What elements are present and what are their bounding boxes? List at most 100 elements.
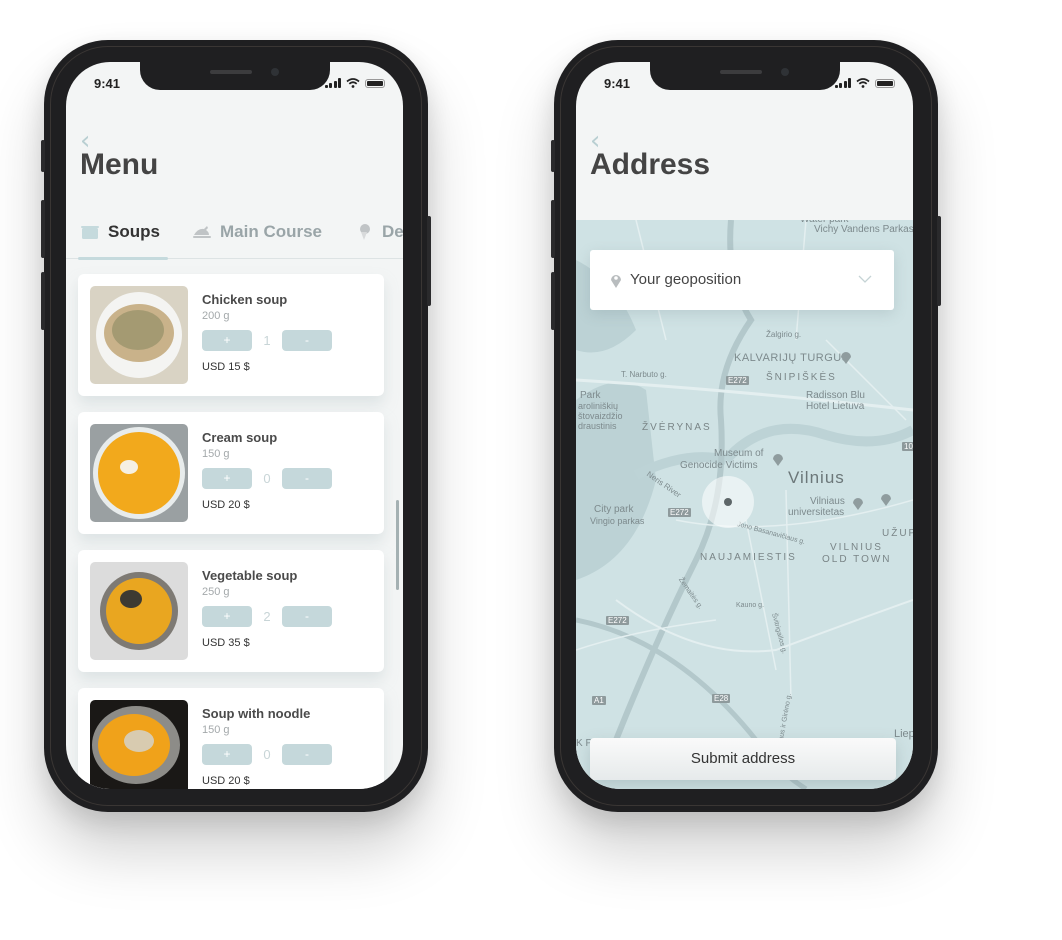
dish-image xyxy=(90,424,188,522)
status-bar: 9:41 xyxy=(576,62,913,102)
map-label: universitetas xyxy=(788,507,845,518)
map-label: Park xyxy=(580,390,601,401)
quantity-value: 0 xyxy=(263,747,271,762)
map-label: Radisson Blu xyxy=(806,390,865,401)
tab-label: Des xyxy=(382,222,403,241)
dish-price: USD 15 $ xyxy=(202,361,250,373)
increment-button[interactable]: + xyxy=(202,744,252,765)
volume-down-button xyxy=(41,272,45,330)
increment-button[interactable]: + xyxy=(202,330,252,351)
map-label: VILNIUS xyxy=(830,542,883,553)
menu-screen: 9:41 ‹ Menu Soups Main Course Des xyxy=(66,62,403,789)
map-label: NAUJAMIESTIS xyxy=(700,552,797,563)
map-label: KALVARIJŲ TURGUS xyxy=(734,352,850,364)
map-label: Genocide Victims xyxy=(680,460,758,471)
map-label: OLD TOWN xyxy=(822,554,892,565)
road-shield: A1 xyxy=(592,696,606,705)
dish-name: Soup with noodle xyxy=(202,706,311,721)
dish-name: Vegetable soup xyxy=(202,568,298,583)
map-label: Žalgirio g. xyxy=(766,330,802,339)
wifi-icon xyxy=(856,78,870,88)
volume-up-button xyxy=(551,200,555,258)
dish-image xyxy=(90,562,188,660)
status-bar: 9:41 xyxy=(66,62,403,102)
volume-up-button xyxy=(41,200,45,258)
museum-marker-icon xyxy=(773,454,783,466)
dish-weight: 200 g xyxy=(202,310,230,322)
phone-address: 9:41 ‹ Address Water park xyxy=(551,40,941,812)
scrollbar[interactable] xyxy=(396,500,399,590)
dish-card: Chicken soup 200 g + 1 - USD 15 $ xyxy=(78,274,384,396)
geoposition-dropdown[interactable]: Your geoposition xyxy=(590,250,894,310)
roast-icon xyxy=(193,226,211,238)
map-label: draustinis xyxy=(578,421,617,431)
signal-icon xyxy=(834,78,851,88)
current-location-marker xyxy=(702,476,754,528)
pot-icon xyxy=(81,226,99,239)
address-screen: 9:41 ‹ Address Water park xyxy=(576,62,913,789)
increment-button[interactable]: + xyxy=(202,606,252,627)
wifi-icon xyxy=(346,78,360,88)
decrement-button[interactable]: - xyxy=(282,744,332,765)
dish-weight: 150 g xyxy=(202,724,230,736)
submit-address-button[interactable]: Submit address xyxy=(590,738,896,780)
map-label: Vingio parkas xyxy=(590,516,645,526)
chevron-down-icon xyxy=(858,275,872,283)
dish-card: Cream soup 150 g + 0 - USD 20 $ xyxy=(78,412,384,534)
decrement-button[interactable]: - xyxy=(282,606,332,627)
battery-icon xyxy=(365,78,385,88)
map-label: Vichy Vandens Parkas xyxy=(814,224,913,235)
tab-main-course[interactable]: Main Course xyxy=(192,222,322,242)
status-time: 9:41 xyxy=(94,76,121,91)
map-label: UŽUPI xyxy=(882,528,913,539)
map-label: Kauno g. xyxy=(736,602,765,609)
mute-switch xyxy=(551,140,555,172)
poi-marker-icon xyxy=(881,494,891,506)
map-label: aroliniškių xyxy=(578,401,619,411)
map-label: Liep xyxy=(894,728,913,740)
map-label: T. Narbuto g. xyxy=(621,370,667,379)
phone-menu: 9:41 ‹ Menu Soups Main Course Des xyxy=(41,40,431,812)
map-label: Hotel Lietuva xyxy=(806,401,865,412)
road-shield: E272 xyxy=(606,616,629,625)
road-shield: E272 xyxy=(668,508,691,517)
tab-label: Main Course xyxy=(220,222,323,241)
location-pin-icon xyxy=(611,275,621,288)
quantity-value: 0 xyxy=(263,471,271,486)
dish-list: Chicken soup 200 g + 1 - USD 15 $ Cream … xyxy=(78,258,384,789)
dish-weight: 250 g xyxy=(202,586,230,598)
map-label: Vilniaus xyxy=(810,496,845,507)
dish-name: Chicken soup xyxy=(202,292,288,307)
geoposition-label: Your geoposition xyxy=(630,271,742,288)
map-label: ŽVĖRYNAS xyxy=(642,422,712,433)
dish-weight: 150 g xyxy=(202,448,230,460)
decrement-button[interactable]: - xyxy=(282,468,332,489)
power-button xyxy=(427,216,431,306)
poi-marker-icon xyxy=(841,352,851,364)
dish-card: Soup with noodle 150 g + 0 - USD 20 $ xyxy=(78,688,384,789)
mute-switch xyxy=(41,140,45,172)
map-label: Vilnius xyxy=(788,468,845,487)
category-tabs: Soups Main Course Des xyxy=(66,212,403,260)
quantity-value: 2 xyxy=(263,609,271,624)
power-button xyxy=(937,216,941,306)
tab-label: Soups xyxy=(108,222,160,241)
increment-button[interactable]: + xyxy=(202,468,252,489)
dish-image xyxy=(90,700,188,789)
dish-card: Vegetable soup 250 g + 2 - USD 35 $ xyxy=(78,550,384,672)
tab-desserts[interactable]: Des xyxy=(354,222,403,242)
map-label: ŠNIPIŠKĖS xyxy=(766,372,837,383)
dish-price: USD 20 $ xyxy=(202,775,250,787)
university-marker-icon xyxy=(853,498,863,510)
tab-soups[interactable]: Soups xyxy=(80,222,160,242)
map-label: štovaizdžio xyxy=(578,411,623,421)
decrement-button[interactable]: - xyxy=(282,330,332,351)
dish-price: USD 20 $ xyxy=(202,499,250,511)
dish-name: Cream soup xyxy=(202,430,278,445)
road-shield: E272 xyxy=(726,376,749,385)
ice-cream-icon xyxy=(360,224,370,240)
road-shield: E28 xyxy=(712,694,731,703)
quantity-value: 1 xyxy=(263,333,271,348)
page-title: Address xyxy=(590,148,711,181)
dish-price: USD 35 $ xyxy=(202,637,250,649)
